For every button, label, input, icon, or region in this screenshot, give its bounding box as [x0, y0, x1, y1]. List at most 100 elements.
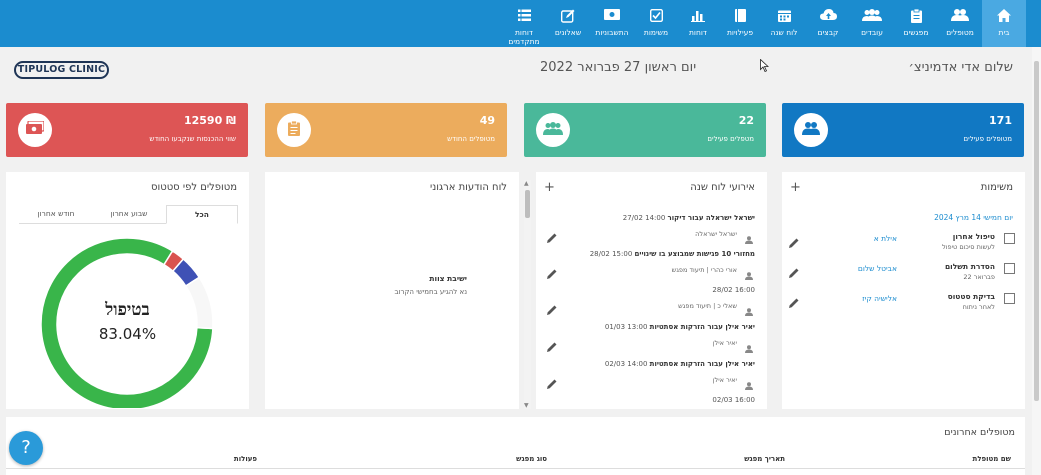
event-person: שאלי כ | תיעוד מפגש	[678, 302, 737, 310]
tasks-panel: משימות + יום חמישי 14 מרץ 2024 טיפול אחר…	[782, 172, 1025, 409]
patients-icon	[938, 9, 982, 28]
task-row: הסדרת תשלום פברואר 22 אביטל שלום	[782, 261, 1025, 289]
nav-label: דוחות	[688, 28, 707, 37]
event-time: 02/03 16:00	[712, 396, 755, 404]
money-icon	[18, 113, 52, 147]
pencil-icon[interactable]	[789, 263, 799, 282]
nav-label: עובדים	[861, 28, 883, 37]
pencil-icon[interactable]	[789, 293, 799, 312]
add-event-button[interactable]: +	[544, 180, 555, 195]
pencil-icon[interactable]	[547, 264, 557, 283]
greeting-text: שלום אדי אדמיניצ׳	[908, 60, 1013, 75]
column-header[interactable]: סוג מפגש	[516, 455, 547, 463]
scrollbar-thumb[interactable]	[525, 190, 530, 218]
pencil-icon[interactable]	[547, 337, 557, 356]
book-icon	[718, 9, 762, 28]
event-time: 01/03 13:00	[604, 323, 648, 331]
page-scrollbar[interactable]	[1032, 47, 1041, 475]
user-icon	[745, 229, 753, 248]
card-value: 12590 ₪	[183, 114, 236, 127]
event-title: מחזורי 10 פגישות שמבוצע בו שינויים	[634, 250, 755, 258]
nav-item-employees[interactable]: עובדים	[850, 0, 894, 47]
card-label: מטפלים פעילים	[707, 135, 754, 143]
help-button[interactable]: ?	[9, 431, 43, 465]
task-assignee-link[interactable]: אביטל שלום	[858, 264, 897, 273]
nav-label: לוח שנה	[770, 28, 798, 37]
pencil-icon[interactable]	[547, 374, 557, 393]
donut-center-value: 83.04%	[98, 325, 157, 343]
nav-label: דוחות מתקדמים	[508, 28, 540, 46]
current-date: יום ראשון 27 פברואר 2022	[540, 60, 697, 75]
event-title: ישראל ישראלה עבור דיקור	[667, 214, 755, 222]
card-label: מטופלים החודש	[447, 135, 495, 143]
tasks-date-link[interactable]: יום חמישי 14 מרץ 2024	[934, 213, 1013, 222]
task-checkbox[interactable]	[1004, 293, 1015, 304]
task-title: טיפול אחרון	[952, 232, 995, 241]
active-therapists-card[interactable]: 22 מטפלים פעילים	[524, 103, 766, 157]
task-row: טיפול אחרון לעשות סיכום טיפול אילת א	[782, 231, 1025, 259]
clinic-logo[interactable]: TIPULOG CLINIC	[14, 61, 109, 79]
task-subtitle: לאחר ניתוח	[962, 303, 995, 311]
list-icon	[502, 9, 546, 28]
nav-item-reports[interactable]: דוחות	[676, 0, 720, 47]
nav-label: משימות	[643, 28, 669, 37]
task-assignee-link[interactable]: אלישיה קיז	[862, 294, 897, 303]
event-person: יאיר אילן	[712, 339, 737, 347]
active-patients-card[interactable]: 171 מטופלים פעילים	[782, 103, 1024, 157]
column-header[interactable]: פעולות	[234, 455, 257, 463]
pencil-icon[interactable]	[789, 233, 799, 252]
bar-chart-icon	[676, 9, 720, 28]
nav-item-home[interactable]: בית	[982, 0, 1026, 47]
nav-item-tasks[interactable]: משימות	[634, 0, 678, 47]
calendar-scrollbar[interactable]: ▲ ▼	[524, 180, 531, 409]
task-checkbox[interactable]	[1004, 263, 1015, 274]
nav-item-activities[interactable]: פעילויות	[718, 0, 762, 47]
monthly-patients-card[interactable]: 49 מטופלים החודש	[265, 103, 507, 157]
nav-item-advanced-reports[interactable]: דוחות מתקדמים	[502, 0, 546, 47]
scroll-up-icon[interactable]: ▲	[524, 180, 529, 187]
mouse-cursor-icon	[760, 57, 770, 76]
nav-item-patients[interactable]: מטופלים	[938, 0, 982, 47]
clipboard-icon	[894, 9, 938, 28]
nav-item-calendar[interactable]: לוח שנה	[762, 0, 806, 47]
divider	[6, 468, 1025, 469]
event-title: יאיר אילן עבור הזרקות אסתטיות	[649, 360, 755, 368]
scroll-down-icon[interactable]: ▼	[524, 402, 529, 409]
task-checkbox[interactable]	[1004, 233, 1015, 244]
user-icon	[745, 375, 753, 394]
user-icon	[745, 301, 753, 320]
nav-label: שאלונים	[554, 28, 582, 37]
column-header[interactable]: תאריך מפגש	[744, 455, 785, 463]
cloud-upload-icon	[806, 9, 850, 28]
card-value: 22	[738, 114, 754, 127]
nav-label: מטופלים	[946, 28, 974, 37]
task-title: בדיקת סטטוס	[947, 292, 995, 301]
nav-item-invoices[interactable]: התשבוניות	[590, 0, 634, 47]
nav-item-sessions[interactable]: מפגשים	[894, 0, 938, 47]
task-subtitle: פברואר 22	[963, 273, 995, 281]
column-header[interactable]: שם מטופלת	[973, 455, 1011, 463]
event-person: יאיר אילן	[712, 376, 737, 384]
user-icon	[745, 338, 753, 357]
nav-item-files[interactable]: קבצים	[806, 0, 850, 47]
nav-label: פעילויות	[726, 28, 753, 37]
pencil-icon[interactable]	[547, 228, 557, 247]
task-assignee-link[interactable]: אילת א	[874, 234, 897, 243]
recent-patients-panel: מטופלים אחרונים שם מטופלת תאריך מפגש סוג…	[6, 417, 1025, 475]
clipboard-icon	[277, 113, 311, 147]
monthly-income-card[interactable]: 12590 ₪ שווי ההכנסות שנקבעו החודש	[6, 103, 248, 157]
scrollbar-thumb[interactable]	[1034, 61, 1039, 401]
pencil-icon[interactable]	[547, 300, 557, 319]
nav-label: קבצים	[817, 28, 839, 37]
user-icon	[745, 265, 753, 284]
nav-item-questionnaires[interactable]: שאלונים	[546, 0, 590, 47]
calendar-events-panel: אירועי לוח שנה + 27/02 14:00 ישראל ישראל…	[536, 172, 767, 409]
panel-title: לוח הודעות ארגוני	[430, 182, 507, 193]
org-messages-panel: לוח הודעות ארגוני ישיבת צוות נא להגיע בח…	[265, 172, 519, 409]
card-value: 171	[989, 114, 1012, 127]
event-time: 27/02 14:00	[622, 214, 666, 222]
card-label: מטופלים פעילים	[963, 135, 1013, 143]
add-task-button[interactable]: +	[790, 180, 801, 195]
nav-label: מפגשים	[903, 28, 929, 37]
patients-by-status-panel: מטופלים לפי סטטוס הכל שבוע אחרון חודש אח…	[6, 172, 249, 409]
